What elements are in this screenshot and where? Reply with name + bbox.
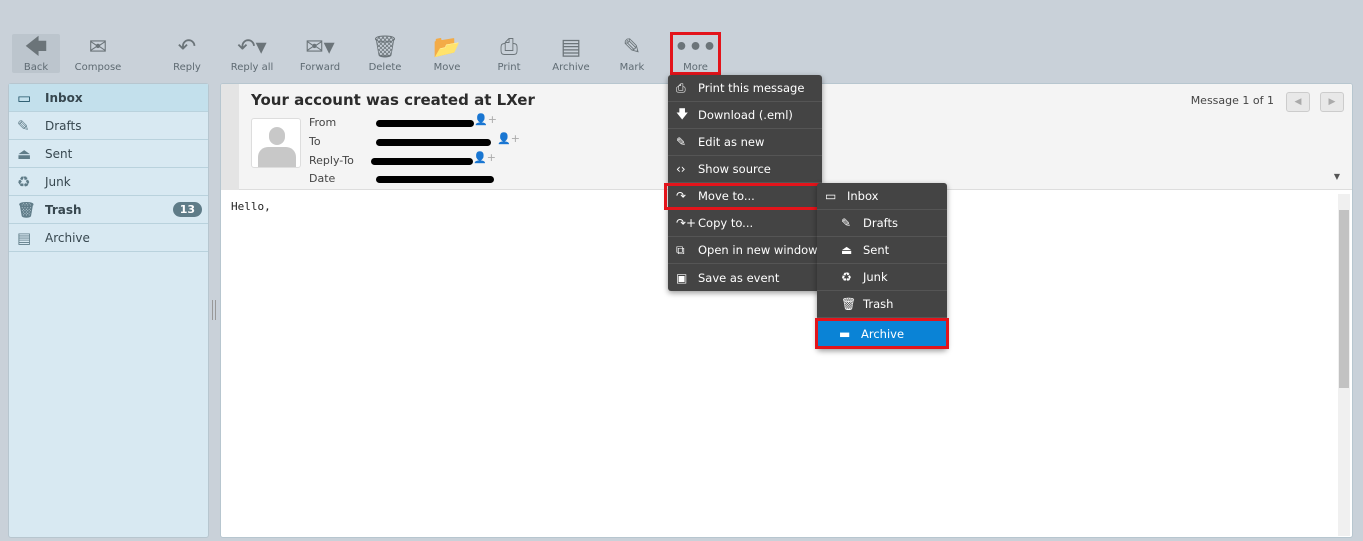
- redacted-to: [376, 139, 491, 146]
- add-contact-icon[interactable]: 👤+: [497, 132, 520, 145]
- next-message-button[interactable]: ▶: [1320, 92, 1344, 112]
- resize-handle[interactable]: [212, 300, 216, 320]
- expand-header-icon[interactable]: ▼: [1334, 172, 1340, 181]
- add-contact-icon[interactable]: 👤+: [473, 151, 496, 164]
- menu-item-move-to[interactable]: ↷ Move to...: [664, 183, 822, 210]
- reply-icon: ↶: [177, 35, 197, 60]
- delete-button[interactable]: 🗑 Delete: [355, 34, 415, 73]
- date-label: Date: [309, 172, 336, 185]
- reply-button[interactable]: ↶ Reply: [157, 34, 217, 73]
- forward-button[interactable]: ✉▾ Forward: [290, 34, 350, 73]
- previous-message-button[interactable]: ◀: [1286, 92, 1310, 112]
- redacted-from: [376, 120, 474, 127]
- arrow-left-icon: 🡄: [24, 35, 48, 60]
- folder-list: ▭ Inbox ✎ Drafts ⏏ Sent ♻ Junk 🗑 Trash 13 ▤ Arc…: [8, 83, 209, 538]
- add-contact-icon[interactable]: 👤+: [474, 113, 497, 126]
- sidebar-item-junk[interactable]: ♻ Junk: [9, 168, 208, 196]
- submenu-item-inbox[interactable]: ▭ Inbox: [817, 183, 947, 210]
- code-icon: ‹›: [676, 162, 686, 176]
- move-button[interactable]: 📂 Move: [417, 34, 477, 73]
- menu-item-copy-to[interactable]: ↷+ Copy to...: [668, 210, 822, 237]
- sidebar-item-sent[interactable]: ⏏ Sent: [9, 140, 208, 168]
- new-window-icon: ⧉: [676, 242, 685, 257]
- pencil-icon: ✎: [841, 216, 852, 230]
- menu-item-edit-as-new[interactable]: ✎ Edit as new: [668, 129, 822, 156]
- submenu-item-trash[interactable]: 🗑 Trash: [817, 291, 947, 318]
- folder-move-icon: 📂: [433, 35, 461, 60]
- sidebar-item-archive[interactable]: ▤ Archive: [9, 224, 208, 252]
- sidebar-item-inbox[interactable]: ▭ Inbox: [9, 84, 208, 112]
- calendar-plus-icon: ▣: [676, 270, 688, 285]
- pen-icon: ✎: [622, 35, 642, 60]
- redacted-date: [376, 176, 494, 183]
- junk-icon: ♻: [841, 270, 852, 284]
- back-button[interactable]: 🡄 Back: [12, 34, 60, 73]
- pencil-icon: ✎: [17, 116, 30, 135]
- scrollbar[interactable]: [1338, 194, 1350, 536]
- copy-icon: ↷+: [676, 216, 697, 230]
- archive-button[interactable]: ▤ Archive: [541, 34, 601, 73]
- menu-item-download[interactable]: 🡇 Download (.eml): [668, 102, 822, 129]
- reply-to-label: Reply-To: [309, 154, 354, 167]
- trash-icon: 🗑: [371, 35, 399, 60]
- junk-icon: ♻: [17, 172, 31, 191]
- sidebar-item-drafts[interactable]: ✎ Drafts: [9, 112, 208, 140]
- move-arrow-icon: ↷: [676, 189, 687, 203]
- trash-icon: 🗑: [17, 200, 37, 219]
- archive-icon: ▤: [560, 35, 582, 60]
- forward-icon: ✉▾: [305, 35, 335, 60]
- menu-item-open-new-window[interactable]: ⧉ Open in new window: [668, 237, 822, 264]
- sent-icon: ⏏: [17, 144, 32, 163]
- submenu-item-sent[interactable]: ⏏ Sent: [817, 237, 947, 264]
- sent-icon: ⏏: [841, 243, 853, 257]
- more-button[interactable]: ••• More: [670, 32, 721, 75]
- redacted-reply-to: [371, 158, 473, 165]
- unread-badge: 13: [172, 202, 202, 217]
- avatar: [251, 118, 301, 168]
- message-counter: Message 1 of 1: [1190, 94, 1274, 107]
- submenu-item-junk[interactable]: ♻ Junk: [817, 264, 947, 291]
- menu-item-print[interactable]: ⎙ Print this message: [668, 75, 822, 102]
- printer-icon: ⎙: [676, 80, 686, 95]
- to-label: To: [309, 135, 321, 148]
- reply-all-button[interactable]: ↶▾ Reply all: [222, 34, 282, 73]
- submenu-item-archive[interactable]: ▬ Archive: [815, 318, 949, 349]
- message-body: Hello,: [231, 200, 271, 213]
- header-strip: [221, 84, 239, 190]
- download-icon: 🡇: [676, 106, 689, 121]
- mark-button[interactable]: ✎ Mark: [602, 34, 662, 73]
- submenu-item-drafts[interactable]: ✎ Drafts: [817, 210, 947, 237]
- pencil-icon: ✎: [676, 135, 687, 149]
- archive-icon: ▤: [17, 228, 32, 247]
- envelope-plus-icon: ✉: [88, 35, 108, 60]
- inbox-icon: ▭: [17, 88, 32, 107]
- reply-all-icon: ↶▾: [237, 35, 267, 60]
- trash-icon: 🗑: [841, 297, 857, 311]
- compose-button[interactable]: ✉ Compose: [68, 34, 128, 73]
- ellipsis-icon: •••: [674, 35, 717, 60]
- message-subject: Your account was created at LXer: [251, 91, 535, 109]
- menu-item-save-as-event[interactable]: ▣ Save as event: [668, 264, 822, 291]
- inbox-icon: ▭: [825, 189, 837, 203]
- move-to-submenu: ▭ Inbox ✎ Drafts ⏏ Sent ♻ Junk 🗑 Trash ▬ Archi…: [815, 183, 949, 349]
- printer-icon: ⎙: [500, 35, 518, 60]
- more-menu: ⎙ Print this message 🡇 Download (.eml) ✎ Ed…: [664, 75, 822, 291]
- menu-item-show-source[interactable]: ‹› Show source: [668, 156, 822, 183]
- sidebar-item-trash[interactable]: 🗑 Trash 13: [9, 196, 208, 224]
- folder-icon: ▬: [839, 326, 851, 341]
- from-label: From: [309, 116, 337, 129]
- print-button[interactable]: ⎙ Print: [479, 34, 539, 73]
- scrollbar-thumb[interactable]: [1339, 210, 1349, 388]
